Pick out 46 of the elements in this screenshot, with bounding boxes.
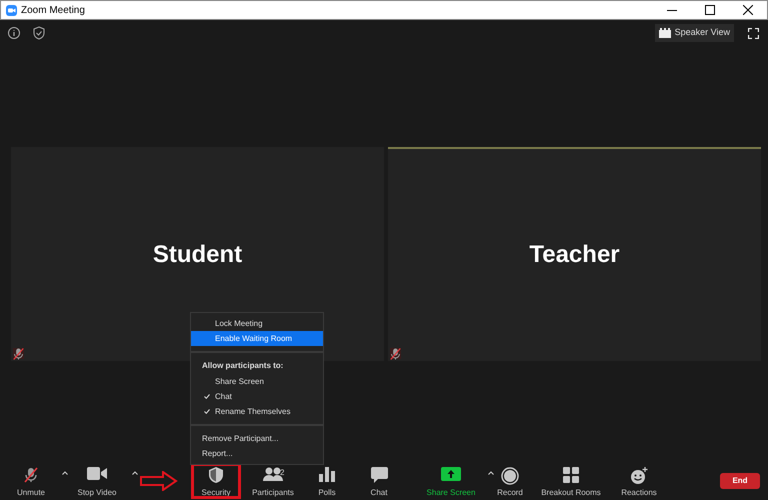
- toolbar-button[interactable]: Chat: [349, 463, 409, 499]
- end-button[interactable]: End: [720, 473, 760, 489]
- toolbar-button[interactable]: Record: [488, 463, 532, 499]
- toolbar-button[interactable]: Polls: [305, 463, 349, 499]
- toolbar-button[interactable]: Security: [191, 463, 241, 499]
- menu-item[interactable]: Enable Waiting Room: [191, 331, 323, 346]
- menu-item[interactable]: Chat: [191, 389, 323, 404]
- info-icon[interactable]: [7, 26, 21, 40]
- menu-header: Allow participants to:: [201, 360, 284, 372]
- app-logo-icon: [6, 4, 17, 16]
- toolbar-button[interactable]: Share Screen: [414, 463, 488, 499]
- people-icon: [263, 467, 283, 481]
- toolbar-button[interactable]: Unmute: [0, 463, 62, 499]
- menu-item[interactable]: Share Screen: [191, 374, 323, 389]
- toolbar-button[interactable]: Stop Video: [62, 463, 132, 499]
- maximize-icon[interactable]: [705, 5, 715, 15]
- muted-microphone-icon: [13, 346, 24, 362]
- shield-icon: [209, 467, 223, 483]
- bar-chart-icon: [319, 467, 335, 482]
- share-screen-icon: [441, 467, 461, 481]
- participant-name: Teacher: [529, 240, 620, 270]
- arrow-drawing: [140, 471, 178, 491]
- muted-microphone-icon: [24, 467, 38, 483]
- menu-item[interactable]: Remove Participant...: [191, 431, 323, 446]
- caret-icon[interactable]: [132, 471, 138, 475]
- menu-item[interactable]: Rename Themselves: [191, 404, 323, 419]
- toolbar-button[interactable]: Reactions: [611, 463, 667, 499]
- menu-item[interactable]: Lock Meeting: [191, 316, 323, 331]
- close-icon[interactable]: [743, 5, 753, 15]
- fullscreen-icon[interactable]: [748, 28, 759, 38]
- participant-name: Student: [152, 240, 242, 270]
- grid-view-icon: [658, 28, 671, 38]
- speaker-view-button[interactable]: Speaker View: [654, 24, 734, 42]
- toolbar-button[interactable]: Breakout Rooms: [535, 463, 607, 499]
- participant-count: 2: [280, 467, 284, 479]
- shield-check-icon[interactable]: [33, 26, 45, 40]
- menu-item[interactable]: Report...: [191, 446, 323, 461]
- caret-icon[interactable]: [62, 471, 68, 475]
- speech-bubble-icon: [370, 467, 388, 483]
- smiley-plus-icon: [630, 467, 648, 485]
- muted-microphone-icon: [390, 346, 401, 362]
- record-icon: [501, 467, 519, 485]
- window-title: Zoom Meeting: [21, 4, 85, 18]
- grid-icon: [563, 467, 579, 483]
- video-camera-icon: [87, 467, 107, 480]
- caret-icon[interactable]: [488, 471, 494, 475]
